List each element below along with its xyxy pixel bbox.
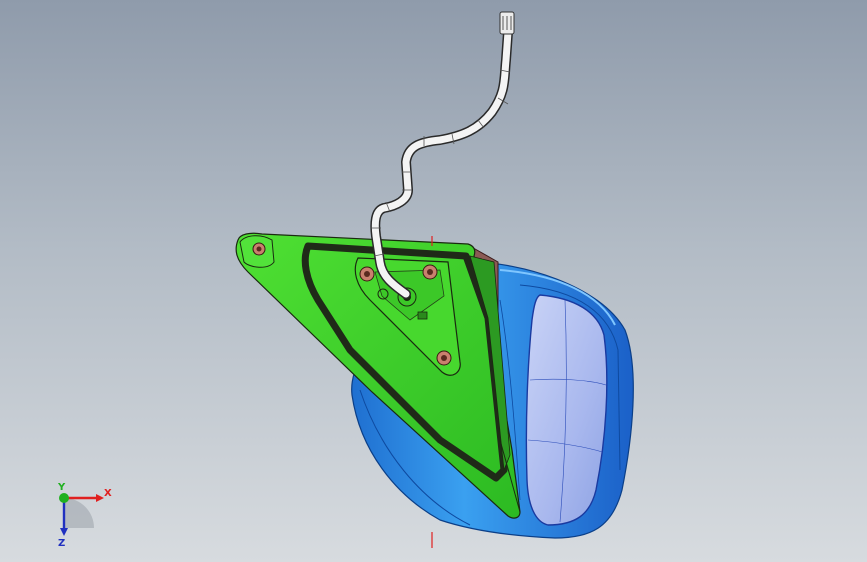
mirror-glass[interactable] [525,294,608,526]
y-axis-label: Y [57,482,66,493]
x-axis-label: X [104,488,112,499]
bolt-right[interactable] [422,264,438,280]
bolt-bottom[interactable] [436,350,452,366]
cad-3d-viewport[interactable]: X Y Z [0,0,867,562]
mounting-base[interactable] [235,232,521,519]
z-axis-label: Z [58,538,65,549]
bolt-corner[interactable] [252,242,266,256]
y-axis-dot [59,493,69,503]
connector-plug[interactable] [499,11,515,35]
model-canvas[interactable]: X Y Z [0,0,867,562]
axis-triad: X Y Z [57,482,112,549]
bolt-left[interactable] [359,266,375,282]
